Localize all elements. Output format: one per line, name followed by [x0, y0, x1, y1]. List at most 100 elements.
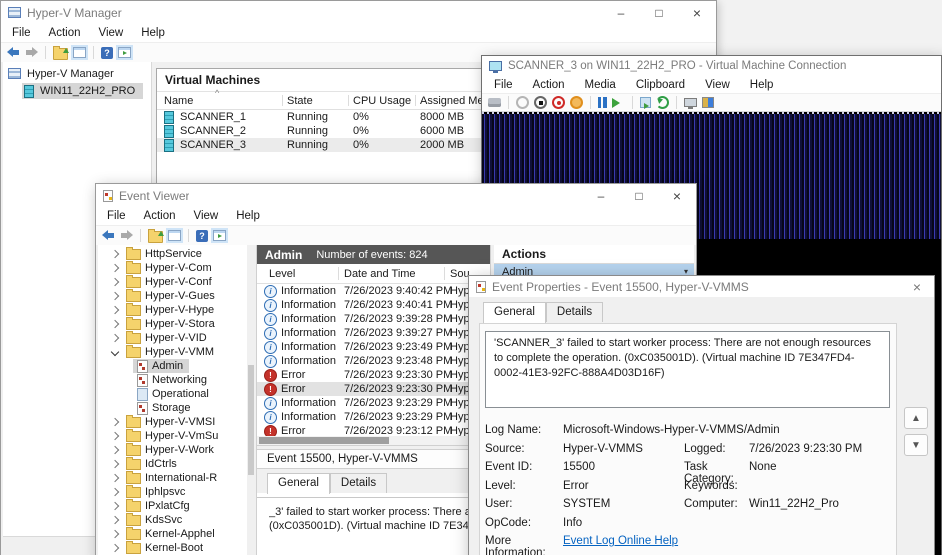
menu-item[interactable]: View — [90, 25, 133, 41]
share-button[interactable] — [702, 97, 714, 108]
close-button[interactable]: × — [658, 184, 696, 207]
tab-details[interactable]: Details — [545, 302, 604, 322]
menu-item[interactable]: File — [484, 77, 523, 93]
scrollbar-thumb[interactable] — [248, 365, 254, 475]
close-button[interactable]: × — [900, 276, 934, 297]
checkpoint-button[interactable] — [640, 97, 651, 109]
minimize-button[interactable]: – — [602, 1, 640, 24]
tree-item[interactable]: Operational — [133, 387, 215, 401]
vm-col-cpu[interactable]: CPU Usage — [353, 95, 420, 107]
tree-item[interactable]: Admin — [133, 359, 190, 373]
tree-item[interactable]: Hyper-V-Hype — [98, 302, 220, 317]
hyperv-tree-host[interactable]: WIN11_22H2_PRO — [22, 83, 144, 99]
event-list-hscrollbar[interactable] — [257, 436, 490, 445]
vm-col-name[interactable]: Name — [164, 95, 287, 107]
console-tree-button[interactable] — [71, 45, 88, 60]
tree-item[interactable]: Networking — [133, 373, 213, 387]
tree-item[interactable]: Iphlpsvc — [98, 484, 191, 499]
menu-item[interactable]: File — [3, 25, 40, 41]
tab-details[interactable]: Details — [329, 473, 388, 493]
column-separator[interactable] — [348, 95, 349, 106]
event-row[interactable]: Error 7/26/2023 9:23:12 PM Hyp — [257, 424, 490, 436]
close-button[interactable]: × — [678, 1, 716, 24]
col-datetime[interactable]: Date and Time — [344, 268, 450, 280]
tree-item[interactable]: Hyper-V-Conf — [98, 274, 218, 289]
tree-item[interactable]: Hyper-V-VID — [98, 330, 213, 345]
column-separator[interactable] — [338, 267, 339, 280]
column-separator[interactable] — [415, 95, 416, 106]
maximize-button[interactable]: □ — [640, 1, 678, 24]
tree-item[interactable]: Hyper-V-Stora — [98, 316, 221, 331]
shut-down-button[interactable] — [552, 96, 565, 109]
tree-item[interactable]: Hyper-V-Com — [98, 260, 218, 275]
event-row[interactable]: Information 7/26/2023 9:40:41 PM Hyp — [257, 298, 490, 312]
tab-general[interactable]: General — [267, 473, 330, 494]
tree-item[interactable]: KdsSvc — [98, 512, 188, 527]
menu-item[interactable]: Help — [740, 77, 784, 93]
tree-item[interactable]: Hyper-V-VMSI — [98, 414, 221, 429]
tree-item[interactable]: HttpService — [98, 246, 208, 261]
tree-item[interactable]: Hyper-V-VMM — [98, 344, 220, 359]
tree-item[interactable]: IPxlatCfg — [98, 498, 196, 513]
ctrl-alt-del-button[interactable] — [488, 98, 501, 107]
export-folder-button[interactable] — [148, 229, 164, 243]
menu-item[interactable]: Action — [135, 208, 185, 224]
tab-general[interactable]: General — [483, 302, 546, 323]
scrollbar-thumb[interactable] — [259, 437, 389, 444]
menu-item[interactable]: View — [185, 208, 228, 224]
event-row[interactable]: Information 7/26/2023 9:39:27 PM Hyp — [257, 326, 490, 340]
menu-item[interactable]: Action — [40, 25, 90, 41]
event-row[interactable]: Information 7/26/2023 9:23:48 PM Hyp — [257, 354, 490, 368]
next-event-button[interactable]: ▼ — [904, 434, 928, 456]
tree-item[interactable]: IdCtrls — [98, 456, 183, 471]
event-row[interactable]: Error 7/26/2023 9:23:30 PM Hyp — [257, 382, 490, 396]
back-button[interactable] — [102, 230, 115, 241]
console-tree-button[interactable] — [166, 228, 183, 243]
reset-button[interactable] — [570, 96, 583, 109]
menu-item[interactable]: Action — [523, 77, 575, 93]
menu-item[interactable]: View — [695, 77, 740, 93]
menu-item[interactable]: Help — [227, 208, 269, 224]
export-folder-button[interactable] — [53, 46, 69, 60]
action-pane-button[interactable] — [211, 228, 228, 243]
column-separator[interactable] — [282, 95, 283, 106]
event-row[interactable]: Information 7/26/2023 9:23:29 PM Hyp — [257, 396, 490, 410]
tree-item[interactable]: International-R — [98, 470, 223, 485]
tree-item[interactable]: Storage — [133, 401, 197, 415]
action-pane-button[interactable] — [116, 45, 133, 60]
menu-item[interactable]: Help — [132, 25, 174, 41]
tree-item[interactable]: Kernel-Boot — [98, 540, 209, 555]
tree-item[interactable]: Hyper-V-VmSu — [98, 428, 224, 443]
resume-button[interactable] — [612, 97, 625, 108]
help-button[interactable] — [101, 46, 113, 59]
turn-off-button[interactable] — [534, 96, 547, 109]
event-description-box[interactable]: 'SCANNER_3' failed to start worker proce… — [485, 331, 890, 408]
event-log-online-help-link[interactable]: Event Log Online Help — [563, 535, 678, 555]
enhanced-session-button[interactable] — [684, 98, 697, 109]
pause-button[interactable] — [598, 97, 607, 108]
tree-item[interactable]: Hyper-V-Gues — [98, 288, 221, 303]
minimize-button[interactable]: – — [582, 184, 620, 207]
tree-item[interactable]: Hyper-V-Work — [98, 442, 220, 457]
menu-item[interactable]: Clipboard — [626, 77, 695, 93]
back-button[interactable] — [7, 47, 20, 58]
col-source[interactable]: Sou — [450, 268, 470, 280]
menu-item[interactable]: File — [98, 208, 135, 224]
start-button[interactable] — [516, 96, 529, 109]
tree-scrollbar-vertical[interactable] — [247, 245, 255, 555]
hyperv-tree-root[interactable]: Hyper-V Manager — [3, 62, 151, 81]
column-separator[interactable] — [444, 267, 445, 280]
event-row[interactable]: Information 7/26/2023 9:23:49 PM Hyp — [257, 340, 490, 354]
forward-button[interactable] — [120, 230, 133, 241]
col-level[interactable]: Level — [269, 268, 344, 280]
menu-item[interactable]: Media — [575, 77, 626, 93]
previous-event-button[interactable]: ▲ — [904, 407, 928, 429]
help-button[interactable] — [196, 229, 208, 242]
maximize-button[interactable]: □ — [620, 184, 658, 207]
revert-button[interactable] — [656, 96, 669, 109]
vm-col-state[interactable]: State — [287, 95, 353, 107]
event-row[interactable]: Error 7/26/2023 9:23:30 PM Hyp — [257, 368, 490, 382]
forward-button[interactable] — [25, 47, 38, 58]
event-row[interactable]: Information 7/26/2023 9:23:29 PM Hyp — [257, 410, 490, 424]
event-row[interactable]: Information 7/26/2023 9:39:28 PM Hyp — [257, 312, 490, 326]
